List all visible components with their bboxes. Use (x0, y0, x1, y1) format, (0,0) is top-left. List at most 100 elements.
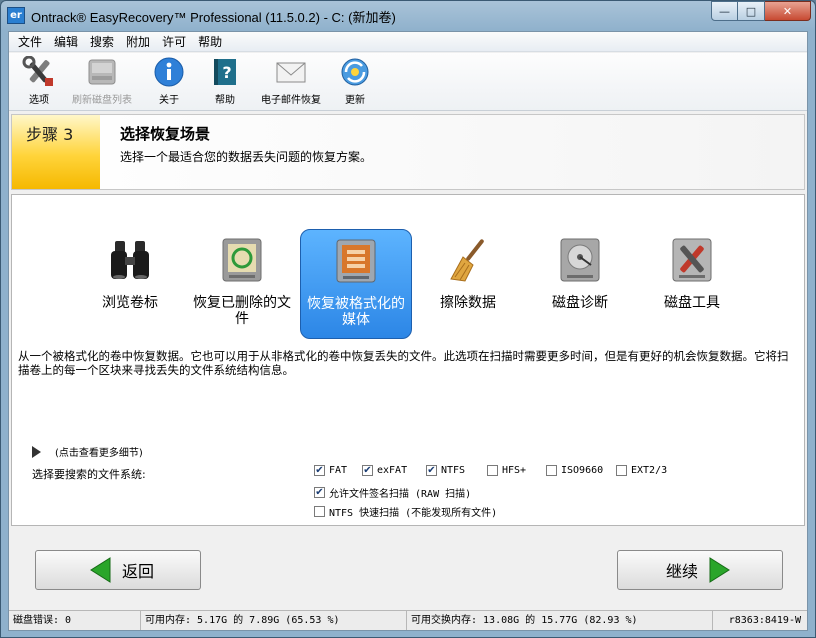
status-disk-errors: 磁盘错误: 0 (9, 611, 141, 630)
client-area: 文件 编辑 搜索 附加 许可 帮助 选项 刷新磁盘列表 关于 ? 帮助 电子邮件… (8, 31, 808, 631)
update-label: 更新 (345, 95, 365, 106)
scenario-erase-data[interactable]: 擦除数据 (412, 229, 524, 339)
status-build: r8363:8419-W (728, 615, 801, 626)
expand-triangle-icon[interactable] (32, 445, 41, 458)
recycle-drive-icon (222, 238, 262, 282)
fs-hfsplus-checkbox[interactable]: HFS+ (487, 465, 526, 476)
tools-icon (22, 56, 53, 86)
disk-tools-icon (672, 238, 712, 282)
checkbox-label: ISO9660 (561, 465, 604, 476)
checkbox-label: EXT2/3 (631, 465, 668, 476)
close-button[interactable]: ✕ (765, 1, 811, 21)
scenario-disk-diagnose[interactable]: 磁盘诊断 (524, 229, 636, 339)
broom-icon (450, 239, 484, 282)
checkbox-label: NTFS 快速扫描 (不能发现所有文件) (329, 508, 498, 519)
menu-file[interactable]: 文件 (12, 32, 48, 52)
status-memory: 可用内存: 5.17G 的 7.89G (65.53 %) (141, 611, 407, 630)
minimize-button[interactable]: — (711, 1, 738, 21)
scenario-recover-formatted[interactable]: 恢复被格式化的媒体 (300, 229, 412, 339)
checkbox-box[interactable] (546, 465, 557, 476)
next-button[interactable]: 继续 (617, 550, 783, 590)
email-recovery-button[interactable]: 电子邮件恢复 (255, 56, 327, 106)
next-arrow-icon (709, 557, 730, 583)
step-number: 步骤 3 (26, 125, 74, 144)
disk-refresh-icon (88, 59, 116, 85)
scenario-label: 擦除数据 (440, 295, 496, 311)
about-button[interactable]: 关于 (149, 56, 189, 106)
refresh-disks-label: 刷新磁盘列表 (72, 95, 132, 106)
checkbox-label: HFS+ (502, 465, 527, 476)
back-label: 返回 (122, 562, 155, 581)
scenario-browse-volume[interactable]: 浏览卷标 (74, 229, 186, 339)
maximize-icon: □ (745, 4, 757, 18)
menu-edit[interactable]: 编辑 (48, 32, 84, 52)
menu-help[interactable]: 帮助 (192, 32, 228, 52)
menu-license[interactable]: 许可 (156, 32, 192, 52)
scenario-description: 从一个被格式化的卷中恢复数据。它也可以用于从非格式化的卷中恢复丢失的文件。此选项… (18, 349, 789, 377)
fs-iso9660-checkbox[interactable]: ISO9660 (546, 465, 603, 476)
checkbox-box[interactable]: ✔ (426, 465, 437, 476)
checkbox-box[interactable]: ✔ (362, 465, 373, 476)
fs-fat-checkbox[interactable]: ✔ FAT (314, 465, 347, 476)
ntfs-quick-scan-checkbox[interactable]: NTFS 快速扫描 (不能发现所有文件) (314, 504, 497, 519)
checkbox-label: NTFS (441, 465, 466, 476)
svg-text:?: ? (222, 63, 231, 82)
scenario-label: 恢复已删除的文件 (193, 295, 291, 327)
fs-ntfs-checkbox[interactable]: ✔ NTFS (426, 465, 465, 476)
binoculars-icon (111, 241, 149, 279)
fs-exfat-checkbox[interactable]: ✔ exFAT (362, 465, 407, 476)
close-icon: ✕ (782, 4, 793, 18)
title-bar[interactable]: er Ontrack® EasyRecovery™ Professional (… (1, 1, 815, 31)
email-recovery-label: 电子邮件恢复 (261, 95, 321, 106)
scenario-disk-tools[interactable]: 磁盘工具 (636, 229, 748, 339)
more-details-label: (点击查看更多细节) (55, 448, 143, 459)
status-swap: 可用交换内存: 13.08G 的 15.77G (82.93 %) (407, 611, 713, 630)
checkbox-label: 允许文件签名扫描 (RAW 扫描) (329, 489, 472, 500)
info-icon (154, 57, 184, 87)
checkbox-box[interactable] (314, 506, 325, 517)
options-label: 选项 (29, 95, 49, 106)
app-window: er Ontrack® EasyRecovery™ Professional (… (0, 0, 816, 638)
options-button[interactable]: 选项 (17, 56, 61, 106)
maximize-button[interactable]: □ (738, 1, 765, 21)
envelope-icon (276, 62, 306, 83)
more-details-toggle[interactable]: (点击查看更多细节) (32, 444, 143, 459)
step-subtitle: 选择一个最适合您的数据丢失问题的恢复方案。 (120, 150, 373, 164)
step-badge: 步骤 3 (12, 115, 100, 189)
menu-extras[interactable]: 附加 (120, 32, 156, 52)
step-banner: 步骤 3 选择恢复场景 选择一个最适合您的数据丢失问题的恢复方案。 (11, 114, 805, 190)
checkbox-box[interactable]: ✔ (314, 487, 325, 498)
window-title: Ontrack® EasyRecovery™ Professional (11.… (31, 10, 396, 25)
scenario-pane: 浏览卷标 恢复已删除的文件 恢复被格式化的媒体 擦除数据 磁盘诊断 磁盘工具 从… (11, 194, 805, 526)
update-button[interactable]: 更新 (335, 56, 375, 106)
menu-search[interactable]: 搜索 (84, 32, 120, 52)
next-label: 继续 (666, 562, 699, 581)
refresh-disks-button[interactable]: 刷新磁盘列表 (65, 56, 139, 106)
help-button[interactable]: ? 帮助 (205, 56, 245, 106)
checkbox-box[interactable] (616, 465, 627, 476)
step-title: 选择恢复场景 (120, 125, 211, 143)
scenario-label: 浏览卷标 (102, 295, 158, 311)
minimize-icon: — (719, 4, 730, 18)
checkbox-box[interactable] (487, 465, 498, 476)
scenario-recover-deleted[interactable]: 恢复已删除的文件 (186, 229, 298, 339)
app-icon: er (7, 7, 25, 24)
about-label: 关于 (159, 95, 179, 106)
scenario-label: 恢复被格式化的媒体 (307, 296, 405, 328)
raw-scan-checkbox[interactable]: ✔ 允许文件签名扫描 (RAW 扫描) (314, 485, 471, 500)
checkbox-label: exFAT (377, 465, 408, 476)
help-label: 帮助 (215, 95, 235, 106)
update-globe-icon (341, 58, 369, 86)
back-arrow-icon (90, 557, 111, 583)
scenario-label: 磁盘工具 (664, 295, 720, 311)
scenario-label: 磁盘诊断 (552, 295, 608, 311)
checkbox-box[interactable]: ✔ (314, 465, 325, 476)
help-book-icon: ? (214, 59, 236, 85)
back-button[interactable]: 返回 (35, 550, 201, 590)
hdd-diagnose-icon (560, 238, 600, 282)
toolbar: 选项 刷新磁盘列表 关于 ? 帮助 电子邮件恢复 更新 (9, 53, 807, 111)
fs-ext23-checkbox[interactable]: EXT2/3 (616, 465, 667, 476)
checkbox-label: FAT (329, 465, 348, 476)
status-bar: 磁盘错误: 0 可用内存: 5.17G 的 7.89G (65.53 %) 可用… (9, 610, 807, 630)
filesystem-label: 选择要搜索的文件系统: (32, 468, 146, 481)
